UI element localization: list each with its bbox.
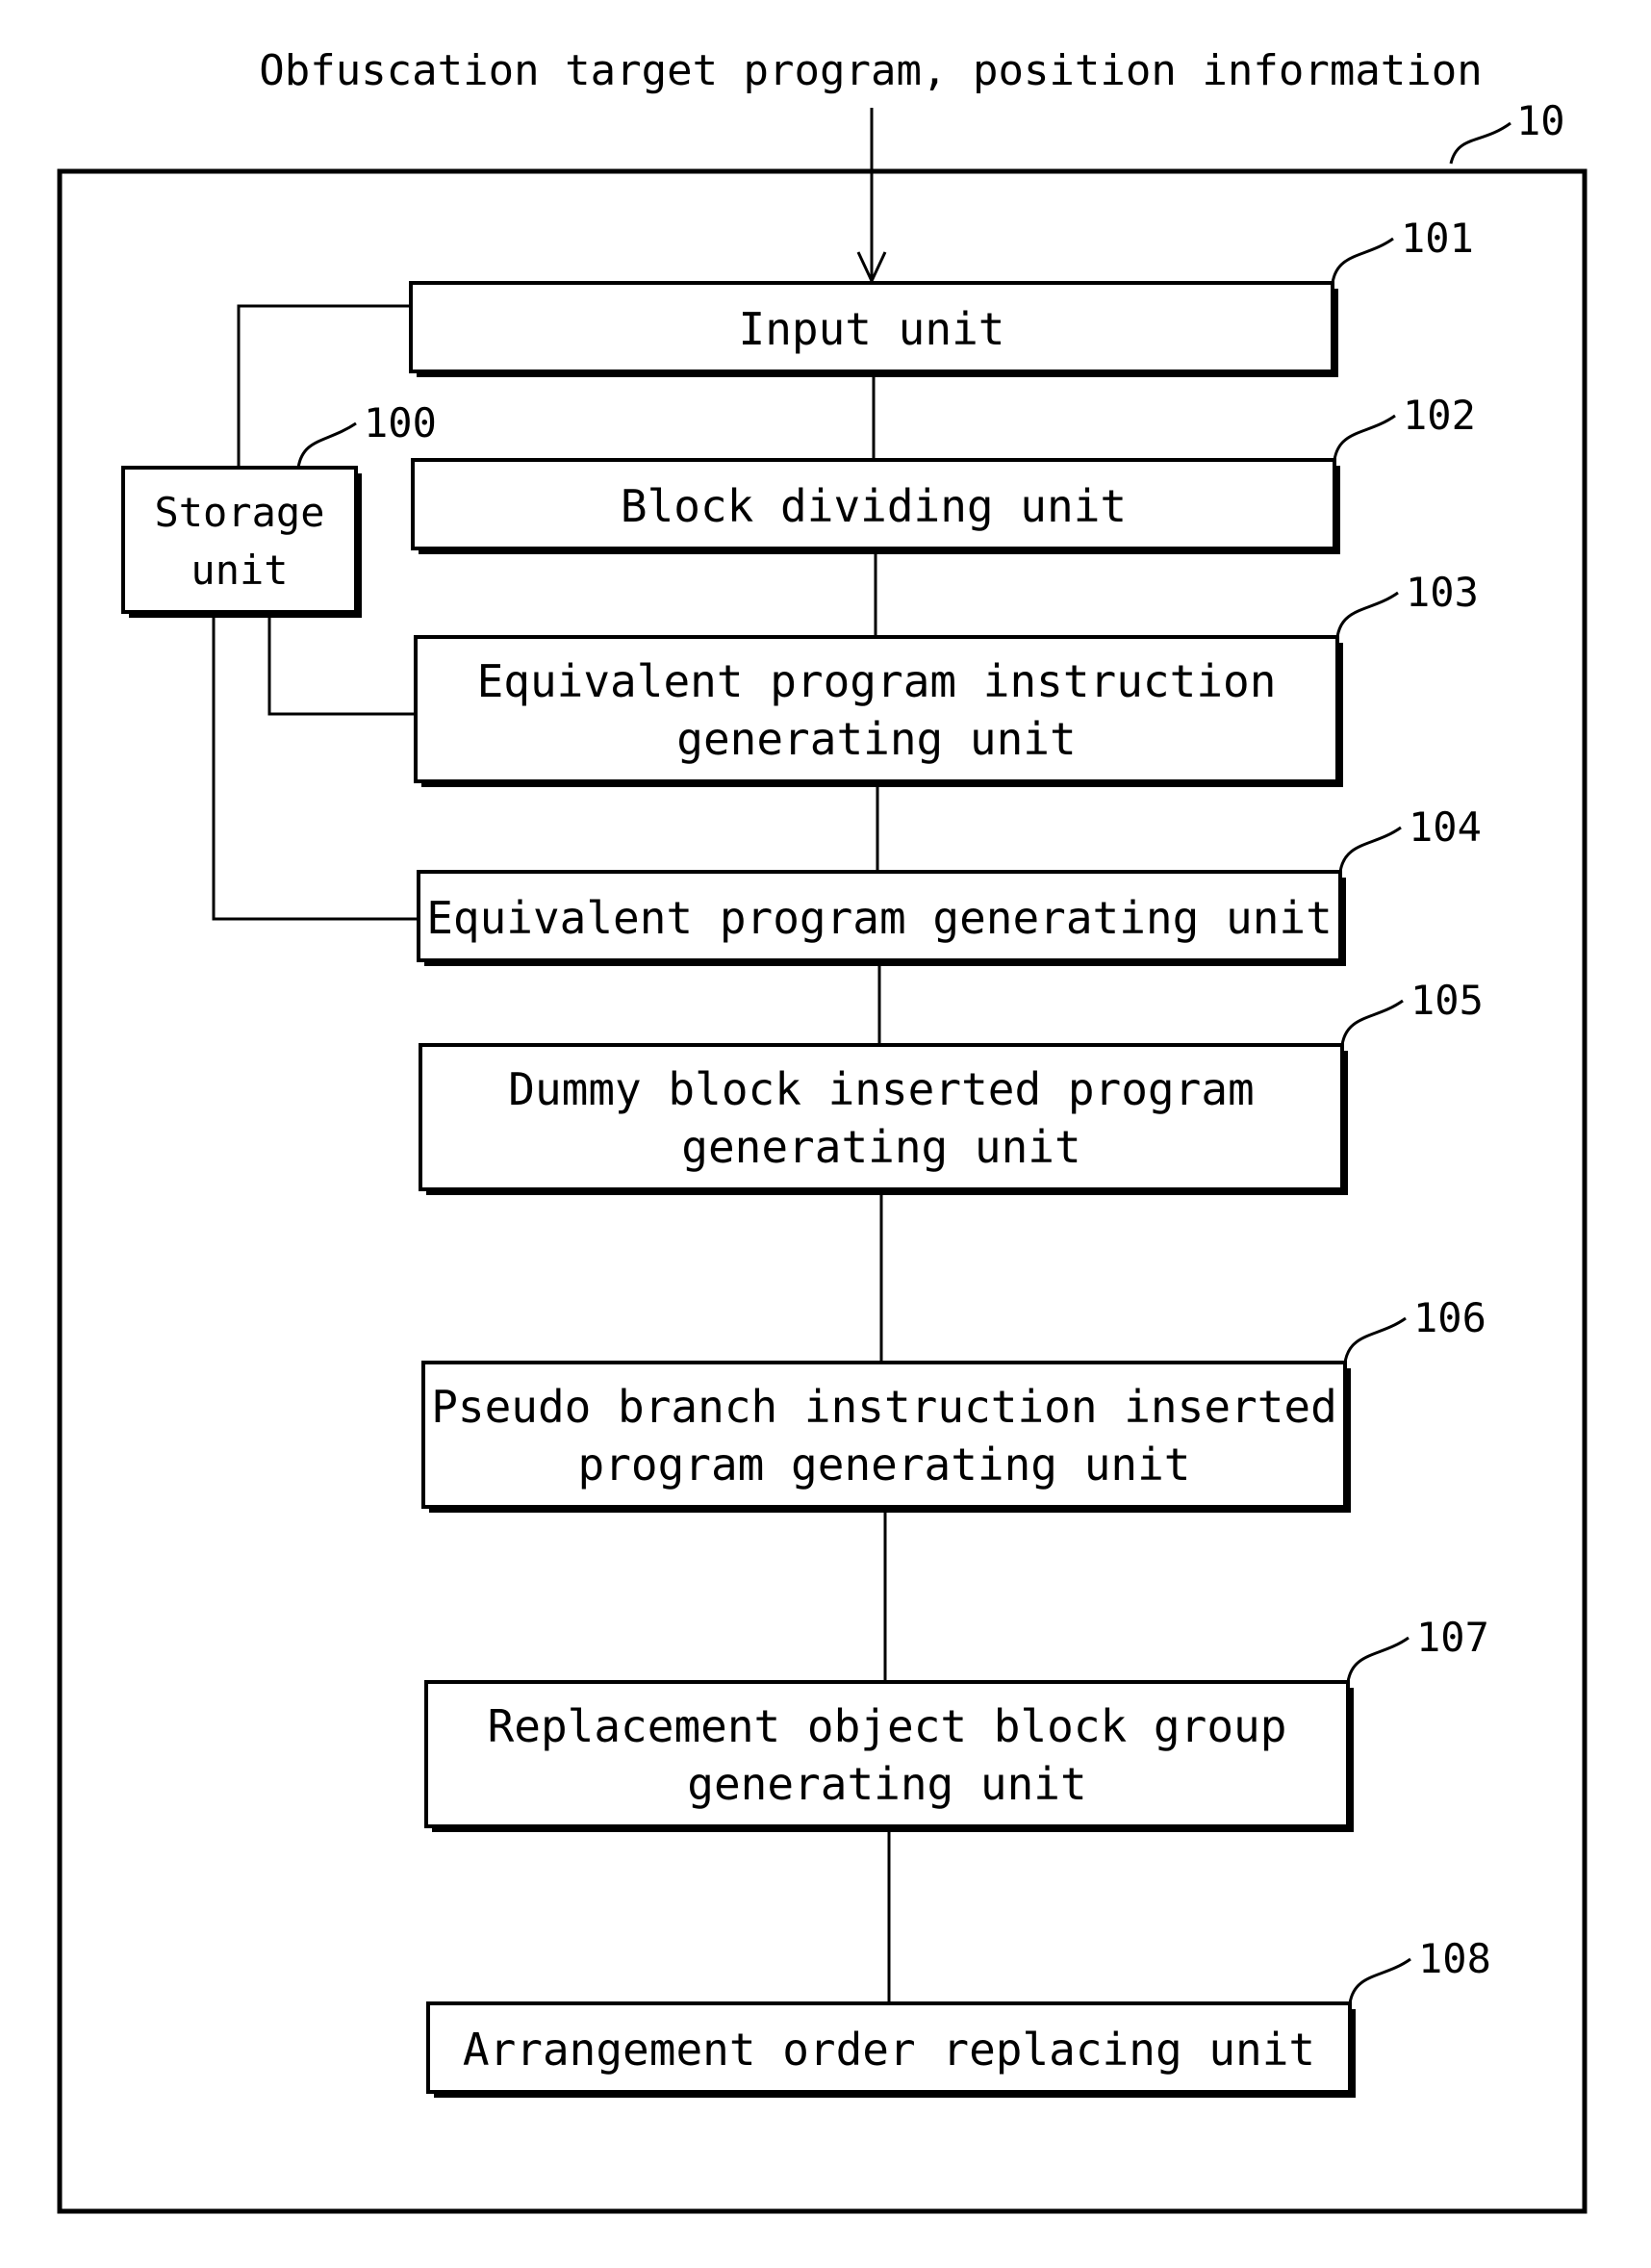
unit-103-equivalent-instruction: Equivalent program instruction generatin… [414,635,1343,787]
unit-106-pseudo-branch: Pseudo branch instruction inserted progr… [421,1361,1351,1513]
unit-103-label-line2: generating unit [676,713,1076,765]
storage-label-line1: Storage [154,489,324,536]
unit-104-equivalent-program: Equivalent program generating unit [417,870,1346,966]
unit-104-ref: 104 [1409,803,1482,851]
unit-103-label-line1: Equivalent program instruction [477,655,1277,707]
unit-106-ref-leader [1343,1316,1407,1363]
unit-102-ref: 102 [1403,392,1476,439]
unit-107-replacement-object: Replacement object block group generatin… [424,1680,1354,1832]
unit-108-ref-leader [1348,1957,1411,2004]
unit-106-label-line1: Pseudo branch instruction inserted [431,1381,1337,1433]
storage-to-104-line [212,616,419,921]
unit-107-label-line1: Replacement object block group [488,1700,1287,1752]
unit-102-block-dividing: Block dividing unit [411,458,1340,554]
storage-label-line2: unit [190,547,288,594]
input-label: Obfuscation target program, position inf… [259,46,1483,95]
unit-108-arrangement-order: Arrangement order replacing unit [426,2001,1356,2098]
unit-107-ref: 107 [1416,1614,1489,1661]
unit-101-ref-leader [1331,237,1394,284]
unit-104-label: Equivalent program generating unit [426,892,1333,944]
unit-102-ref-leader [1333,414,1396,461]
unit-105-dummy-block: Dummy block inserted program generating … [419,1043,1348,1195]
unit-105-label-line2: generating unit [681,1121,1080,1173]
unit-105-ref-leader [1340,999,1404,1046]
storage-unit: Storage unit [121,466,362,618]
unit-103-ref: 103 [1406,569,1479,616]
device-ref-leader [1449,121,1511,165]
device-ref: 10 [1516,97,1565,144]
unit-101-ref: 101 [1401,215,1474,262]
unit-107-ref-leader [1346,1636,1410,1683]
unit-102-label: Block dividing unit [621,480,1127,532]
unit-101-input: Input unit [409,281,1338,377]
unit-103-ref-leader [1335,591,1399,638]
unit-105-label-line1: Dummy block inserted program [508,1063,1254,1115]
block-diagram: Obfuscation target program, position inf… [57,46,1588,2214]
storage-ref-leader [296,421,357,469]
unit-101-label: Input unit [739,303,1005,355]
unit-108-ref: 108 [1418,1935,1491,1982]
storage-to-103-line [267,616,416,716]
storage-ref: 100 [364,399,437,446]
unit-105-ref: 105 [1410,977,1484,1024]
unit-106-ref: 106 [1413,1294,1486,1341]
unit-106-label-line2: program generating unit [578,1439,1191,1491]
unit-104-ref-leader [1338,826,1402,873]
unit-108-label: Arrangement order replacing unit [463,2024,1315,2076]
unit-107-label-line2: generating unit [687,1758,1086,1810]
